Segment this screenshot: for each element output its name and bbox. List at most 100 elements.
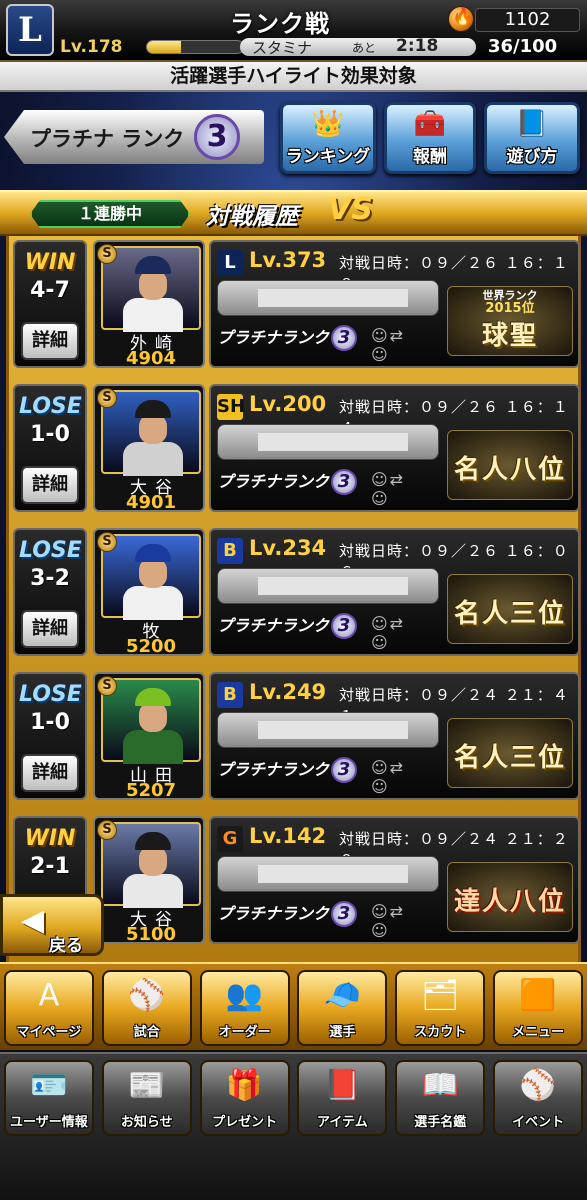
stamina-label: スタミナ — [252, 39, 313, 57]
opponent-level: Lv.234 — [249, 536, 327, 560]
match-score: 4-7 — [30, 278, 70, 303]
opponent-name-redacted — [258, 865, 408, 883]
nav-label: スカウト — [414, 1025, 467, 1040]
nav-button-1[interactable]: ⚾ 試合 — [101, 970, 192, 1046]
how-to-play-button[interactable]: 📘 遊び方 — [484, 102, 580, 174]
level-progress-bar — [146, 40, 244, 54]
battle-history-title: 対戦履歴 — [206, 204, 298, 230]
lose-badge: LOSE — [19, 682, 82, 707]
nav-button-4[interactable]: 🗂 スカウト — [395, 970, 486, 1046]
player-power: 4901 — [125, 492, 177, 512]
detail-button[interactable]: 詳細 — [21, 754, 79, 792]
opponent-rank: プラチナランク 3 — [217, 612, 358, 639]
highlight-banner: 活躍選手ハイライト効果対象 — [0, 62, 587, 92]
nav-button-2[interactable]: 🎁 プレゼント — [199, 1060, 290, 1136]
battle-history-list[interactable]: WIN 4-7 詳細 S 外崎 4904 L Lv.373 対戦日時：０９／２６… — [6, 236, 581, 962]
nav-icon: 🧢 — [323, 978, 362, 1013]
treasure-chest-icon: 🧰 — [413, 109, 447, 139]
opponent-rank: プラチナランク 3 — [217, 468, 358, 495]
nav-icon: 🎁 — [225, 1068, 264, 1103]
main-nav-row: A マイページ ⚾ 試合 👥 オーダー 🧢 選手 🗂 スカウト 🟧 メニュー — [0, 962, 587, 1050]
nav-icon: 🪪 — [30, 1068, 68, 1103]
coin-icon — [448, 6, 474, 32]
opponent-rank-number: 3 — [331, 325, 358, 351]
opponent-title: 名人三位 — [453, 599, 566, 629]
nav-button-3[interactable]: 🧢 選手 — [297, 970, 388, 1046]
nav-button-1[interactable]: 📰 お知らせ — [101, 1060, 192, 1136]
opponent-name-box — [217, 280, 439, 316]
opponent-rank: プラチナランク 3 — [217, 756, 358, 783]
nav-button-0[interactable]: A マイページ — [3, 970, 94, 1046]
nav-button-4[interactable]: 📖 選手名鑑 — [395, 1060, 486, 1136]
opponent-name-redacted — [258, 721, 408, 739]
nav-label: イベント — [512, 1115, 565, 1130]
opponent-rank-label: プラチナランク — [217, 760, 330, 779]
opponent-title: 球聖 — [481, 321, 538, 351]
nav-icon: 📖 — [421, 1068, 459, 1103]
back-button[interactable]: ◀ 戻る — [0, 894, 104, 956]
player-cap — [135, 832, 171, 850]
detail-button[interactable]: 詳細 — [21, 610, 79, 648]
reward-button-label: 報酬 — [413, 147, 447, 167]
opponent-team-icon: G — [217, 826, 243, 852]
opponent-team-icon: B — [217, 682, 243, 708]
player-photo — [101, 678, 201, 764]
player-face — [139, 270, 167, 300]
rank-battle-main: プラチナ ランク 3 👑 ランキング 🧰 報酬 📘 遊び方 １連勝中 対戦履歴 … — [0, 92, 587, 962]
opponent-team-icon: SH — [217, 394, 245, 420]
nav-button-0[interactable]: 🪪 ユーザー情報 — [3, 1060, 94, 1136]
emote-icon: ☺⇄☺ — [371, 470, 406, 508]
opponent-panel: L Lv.373 対戦日時：０９／２６ １６：１８ プラチナランク3 ☺⇄☺ 世… — [209, 240, 580, 368]
detail-button[interactable]: 詳細 — [21, 322, 79, 360]
match-score: 1-0 — [30, 710, 70, 735]
player-cap — [135, 400, 171, 418]
team-logo-icon[interactable]: L — [6, 4, 54, 56]
nav-button-5[interactable]: 🟧 メニュー — [493, 970, 584, 1046]
nav-label: マイページ — [16, 1025, 82, 1040]
player-card[interactable]: S 大谷 5100 — [93, 816, 205, 944]
battle-history-row[interactable]: WIN 4-7 詳細 S 外崎 4904 L Lv.373 対戦日時：０９／２６… — [13, 236, 580, 372]
world-rank: 世界ランク 2015位 — [448, 289, 572, 315]
player-card[interactable]: S 外崎 4904 — [93, 240, 205, 368]
nav-label: ユーザー情報 — [10, 1115, 88, 1130]
battle-history-row[interactable]: LOSE 3-2 詳細 S 牧 5200 B Lv.234 対戦日時：０９／２６… — [13, 524, 580, 660]
nav-button-3[interactable]: 📕 アイテム — [297, 1060, 388, 1136]
opponent-name-redacted — [258, 577, 408, 595]
opponent-rank-number: 3 — [331, 757, 358, 783]
opponent-title-plate: 達人八位 — [447, 862, 573, 932]
opponent-title: 名人八位 — [453, 455, 566, 485]
coin-count: 1102 — [475, 8, 580, 32]
match-score: 1-0 — [30, 422, 70, 447]
battle-history-row[interactable]: LOSE 1-0 詳細 S 山田 5207 B Lv.249 対戦日時：０９／２… — [13, 668, 580, 804]
screen-title: ランク戦 — [230, 10, 330, 38]
s-rank-icon: S — [97, 676, 117, 696]
ranking-button-label: ランキング — [285, 147, 371, 167]
opponent-panel: G Lv.142 対戦日時：０９／２４ ２１：２０ プラチナランク3 ☺⇄☺ 達… — [209, 816, 580, 944]
level-progress-fill — [147, 41, 181, 53]
s-rank-icon: S — [97, 244, 117, 264]
opponent-title-plate: 名人八位 — [447, 430, 573, 500]
nav-icon: A — [38, 978, 60, 1013]
player-card[interactable]: S 大谷 4901 — [93, 384, 205, 512]
opponent-team-icon: L — [217, 250, 243, 276]
player-face — [139, 846, 167, 876]
opponent-team-icon: B — [217, 538, 243, 564]
player-photo — [101, 822, 201, 908]
player-card[interactable]: S 牧 5200 — [93, 528, 205, 656]
player-power: 5200 — [125, 636, 177, 656]
player-photo — [101, 534, 201, 620]
nav-button-5[interactable]: ⚾ イベント — [493, 1060, 584, 1136]
player-power: 5100 — [125, 924, 177, 944]
nav-label: メニュー — [512, 1025, 565, 1040]
stamina-timer: 2:18 — [396, 36, 439, 56]
battle-history-row[interactable]: LOSE 1-0 詳細 S 大谷 4901 SH Lv.200 対戦日時：０９／… — [13, 380, 580, 516]
opponent-rank-label: プラチナランク — [217, 472, 330, 491]
detail-button[interactable]: 詳細 — [21, 466, 79, 504]
ranking-button[interactable]: 👑 ランキング — [280, 102, 376, 174]
nav-button-2[interactable]: 👥 オーダー — [199, 970, 290, 1046]
nav-label: お知らせ — [120, 1115, 173, 1130]
emote-icon: ☺⇄☺ — [371, 758, 406, 796]
reward-button[interactable]: 🧰 報酬 — [384, 102, 476, 174]
player-card[interactable]: S 山田 5207 — [93, 672, 205, 800]
lose-badge: LOSE — [19, 394, 82, 419]
